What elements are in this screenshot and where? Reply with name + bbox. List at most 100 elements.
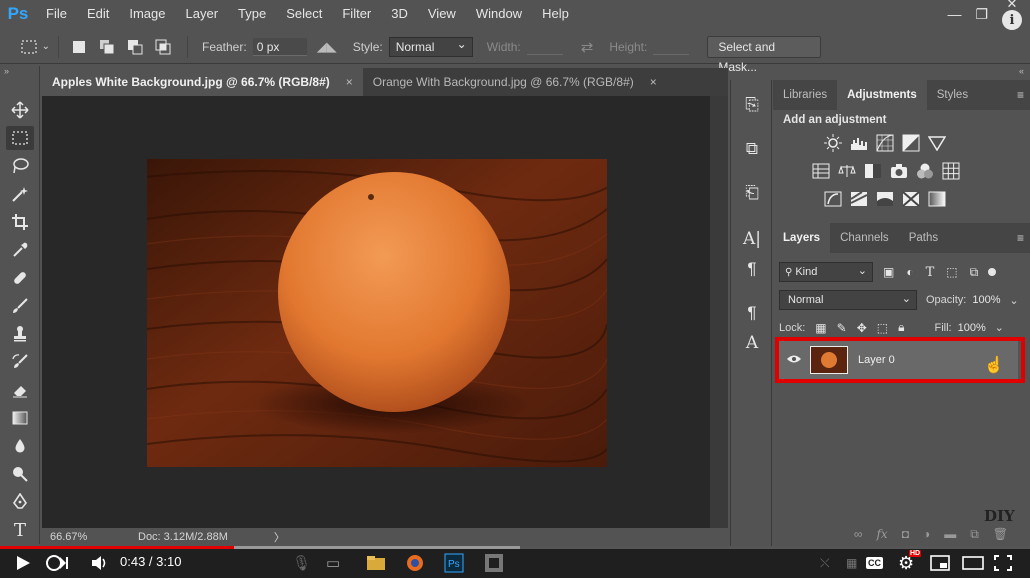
close-tab-icon[interactable]: × <box>650 68 657 96</box>
tab-libraries[interactable]: Libraries <box>773 80 837 110</box>
selective-color-icon[interactable] <box>901 190 921 208</box>
menu-3d[interactable]: 3D <box>381 0 418 28</box>
filter-shape-icon[interactable]: ⬚ <box>946 265 957 279</box>
tab-styles[interactable]: Styles <box>927 80 978 110</box>
fullscreen-icon[interactable] <box>994 552 1012 574</box>
menu-filter[interactable]: Filter <box>332 0 381 28</box>
gradient-tool-icon[interactable] <box>6 406 34 430</box>
firefox-icon[interactable] <box>406 552 424 574</box>
opacity-input[interactable]: 100% <box>972 294 1006 306</box>
add-selection-icon[interactable] <box>97 37 117 57</box>
blur-tool-icon[interactable] <box>6 434 34 458</box>
fx-icon[interactable]: fx <box>876 527 887 541</box>
status-menu-arrow[interactable]: 〉 <box>274 529 285 545</box>
exposure-icon[interactable] <box>901 134 921 152</box>
zoom-level[interactable]: 66.67% <box>50 531 110 543</box>
clone-source-icon[interactable]: ⎗ <box>739 180 765 206</box>
progress-track[interactable] <box>0 546 1030 549</box>
filter-type-icon[interactable]: T <box>926 265 935 280</box>
filter-pixel-icon[interactable]: ▣ <box>883 265 894 279</box>
threshold-icon[interactable] <box>875 190 895 208</box>
miniplayer-icon[interactable] <box>930 552 950 574</box>
tab-apples-document[interactable]: Apples White Background.jpg @ 66.7% (RGB… <box>42 68 363 96</box>
theater-mode-icon[interactable] <box>962 552 984 574</box>
subtract-selection-icon[interactable] <box>125 37 145 57</box>
info-icon[interactable]: i <box>1002 10 1022 30</box>
new-selection-icon[interactable] <box>69 37 89 57</box>
history-brush-tool-icon[interactable] <box>6 350 34 374</box>
paragraph-styles-icon[interactable]: ¶ <box>739 300 765 326</box>
menu-edit[interactable]: Edit <box>77 0 119 28</box>
minimize-icon[interactable]: — <box>947 6 961 22</box>
menu-select[interactable]: Select <box>276 0 332 28</box>
width-input[interactable] <box>526 39 563 55</box>
new-group-icon[interactable]: ▬ <box>944 527 956 541</box>
brightness-contrast-icon[interactable] <box>823 134 843 152</box>
character-panel-icon[interactable]: A| <box>739 226 765 252</box>
play-icon[interactable] <box>14 552 32 574</box>
app-taskbar-icon[interactable] <box>484 552 504 574</box>
canvas-area[interactable] <box>42 96 710 528</box>
black-white-icon[interactable] <box>863 162 883 180</box>
history-panel-icon[interactable]: ⎘ <box>739 92 765 118</box>
select-and-mask-button[interactable]: Select and Mask... <box>707 35 822 74</box>
tab-orange-document[interactable]: Orange With Background.jpg @ 66.7% (RGB/… <box>363 68 667 96</box>
menu-layer[interactable]: Layer <box>176 0 229 28</box>
photo-filter-icon[interactable] <box>889 162 909 180</box>
height-input[interactable] <box>653 39 690 55</box>
menu-help[interactable]: Help <box>532 0 579 28</box>
feather-input[interactable]: 0 px <box>252 37 307 56</box>
marquee-tool-icon[interactable] <box>6 126 34 150</box>
menu-window[interactable]: Window <box>466 0 532 28</box>
character-styles-icon[interactable]: A <box>739 330 765 356</box>
menu-type[interactable]: Type <box>228 0 276 28</box>
menu-image[interactable]: Image <box>119 0 175 28</box>
tab-adjustments[interactable]: Adjustments <box>837 80 927 110</box>
healing-brush-tool-icon[interactable] <box>6 266 34 290</box>
close-tab-icon[interactable]: × <box>346 68 353 96</box>
clone-stamp-tool-icon[interactable] <box>6 322 34 346</box>
tab-paths[interactable]: Paths <box>899 223 948 253</box>
filter-smart-object-icon[interactable]: ⧉ <box>970 265 979 280</box>
canvas-scrollbar[interactable] <box>710 96 728 528</box>
captions-icon[interactable]: CC <box>866 552 883 574</box>
fill-input[interactable]: 100% <box>958 322 992 334</box>
taskview-icon[interactable]: ▭ <box>326 552 340 574</box>
paragraph-panel-icon[interactable]: ¶ <box>739 256 765 282</box>
crop-tool-icon[interactable] <box>6 210 34 234</box>
magic-wand-tool-icon[interactable] <box>6 182 34 206</box>
invert-icon[interactable] <box>823 190 843 208</box>
3d-panel-icon[interactable]: ⧉ <box>739 136 765 162</box>
dodge-tool-icon[interactable] <box>6 462 34 486</box>
kind-filter-select[interactable]: ⚲ Kind ⌄ <box>779 262 873 282</box>
type-tool-icon[interactable]: T <box>6 518 34 542</box>
menu-view[interactable]: View <box>418 0 466 28</box>
restore-icon[interactable]: ❐ <box>975 6 988 23</box>
brush-tool-icon[interactable] <box>6 294 34 318</box>
link-layers-icon[interactable]: ∞ <box>854 527 863 541</box>
levels-icon[interactable] <box>849 134 869 152</box>
swap-icon[interactable]: ⇄ <box>581 38 594 56</box>
trash-icon[interactable]: 🗑︎ <box>993 527 1008 541</box>
curves-icon[interactable] <box>875 134 895 152</box>
lock-transparent-icon[interactable]: ▦ <box>815 321 826 335</box>
new-adjustment-layer-icon[interactable]: ◑ <box>923 527 930 541</box>
close-icon[interactable]: ✕ <box>1007 0 1018 10</box>
marquee-preset-icon[interactable]: ⌄ <box>20 39 50 55</box>
color-lookup-icon[interactable] <box>941 162 961 180</box>
lock-position-icon[interactable]: ✥ <box>857 321 867 335</box>
filter-toggle-icon[interactable] <box>988 268 997 276</box>
filter-adjustment-icon[interactable]: ◐ <box>906 265 913 279</box>
layers-menu-icon[interactable]: ≡ <box>1017 231 1024 245</box>
tab-layers[interactable]: Layers <box>773 223 831 253</box>
lasso-tool-icon[interactable] <box>6 154 34 178</box>
posterize-icon[interactable] <box>849 190 869 208</box>
color-balance-icon[interactable] <box>837 162 857 180</box>
move-tool-icon[interactable] <box>6 98 34 122</box>
add-mask-icon[interactable]: ◘ <box>902 527 909 541</box>
panels-collapse-icon[interactable]: « <box>1019 66 1024 76</box>
photoshop-taskbar-icon[interactable]: Ps <box>444 552 464 574</box>
next-icon[interactable] <box>44 552 72 574</box>
settings-gear-icon[interactable]: ⚙ HD <box>898 550 922 574</box>
gradient-map-icon[interactable] <box>927 190 947 208</box>
